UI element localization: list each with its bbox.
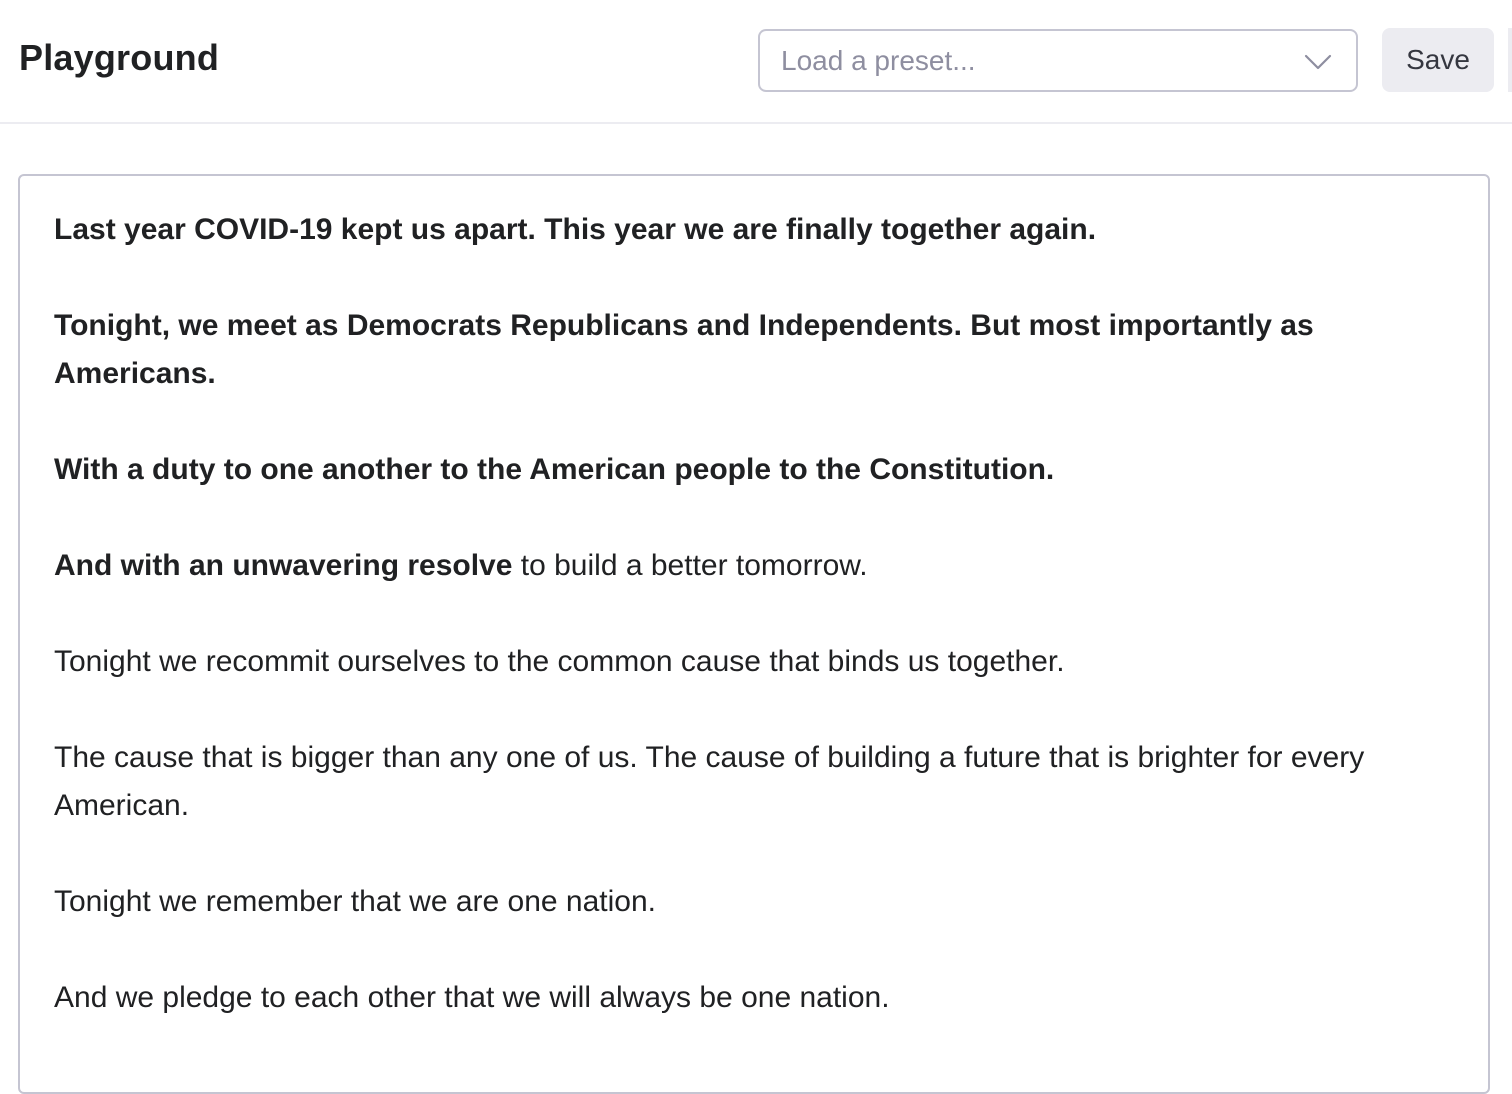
completion-text: And we pledge to each other that we will… [54,981,890,1014]
editor-paragraph: Tonight, we meet as Democrats Republican… [54,302,1454,398]
editor-paragraph: And with an unwavering resolve to build … [54,542,1454,590]
editor-paragraph: Tonight we recommit ourselves to the com… [54,638,1454,686]
prompt-text: Tonight, we meet as Democrats Republican… [54,309,1314,390]
editor-paragraph: With a duty to one another to the Americ… [54,446,1454,494]
preset-select[interactable]: Load a preset... [758,29,1358,92]
completion-text: to build a better tomorrow. [512,549,868,582]
header-edge-divider [1508,28,1512,92]
header-bar: Playground Load a preset... Save [0,0,1512,124]
editor-paragraph: The cause that is bigger than any one of… [54,734,1454,830]
completion-text: Tonight we recommit ourselves to the com… [54,645,1065,678]
page-title: Playground [19,37,220,78]
editor-paragraph: Last year COVID-19 kept us apart. This y… [54,206,1454,254]
preset-placeholder: Load a preset... [781,45,976,76]
editor-paragraph: Tonight we remember that we are one nati… [54,878,1454,926]
prompt-text: Last year COVID-19 kept us apart. This y… [54,213,1097,246]
chevron-down-icon [1304,47,1332,75]
editor-content: Last year COVID-19 kept us apart. This y… [54,206,1454,1070]
completion-text: Tonight we remember that we are one nati… [54,885,657,918]
playground-editor[interactable]: Last year COVID-19 kept us apart. This y… [18,174,1490,1094]
editor-paragraph: And we pledge to each other that we will… [54,974,1454,1022]
completion-text: The cause that is bigger than any one of… [54,741,1365,822]
prompt-text: With a duty to one another to the Americ… [54,453,1055,486]
prompt-text: And with an unwavering resolve [54,549,513,582]
save-button[interactable]: Save [1382,28,1494,92]
